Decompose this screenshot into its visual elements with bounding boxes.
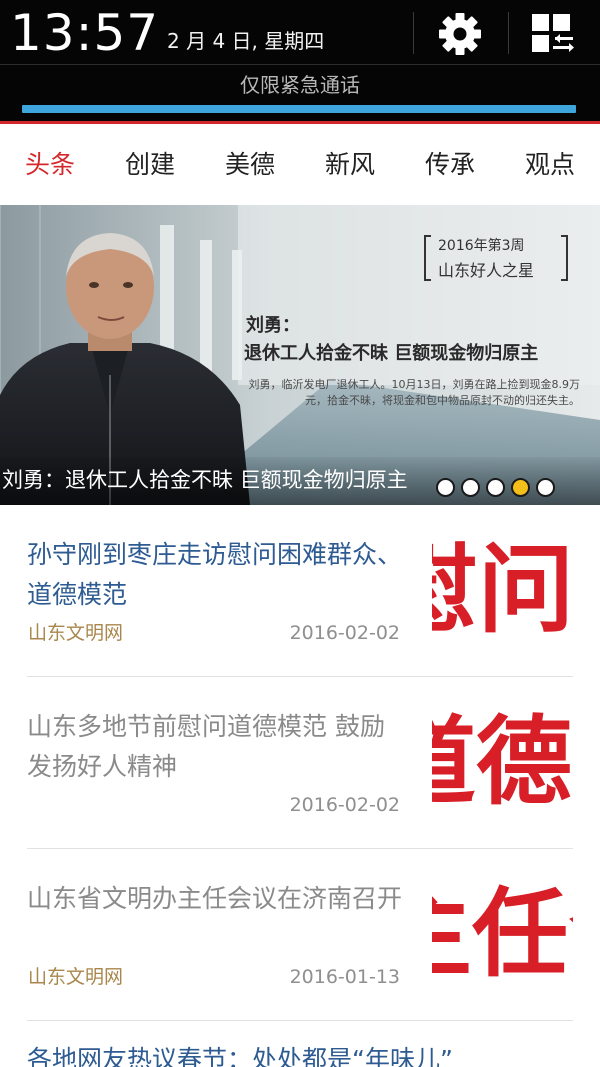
grid-toggle-icon[interactable]: [530, 12, 576, 56]
carousel-dot[interactable]: [461, 478, 480, 497]
carousel-dot[interactable]: [436, 478, 455, 497]
week-label: 2016年第3周: [438, 238, 525, 254]
tab-heritage[interactable]: 传承: [400, 150, 500, 180]
news-title: 山东多地节前慰问道德模范 鼓励发扬好人精神: [27, 712, 385, 781]
category-tabs: 头条 创建 美德 新风 传承 观点: [0, 124, 600, 205]
bracket-right: [561, 235, 568, 281]
carousel-dot[interactable]: [486, 478, 505, 497]
tab-new-customs[interactable]: 新风: [300, 150, 400, 180]
banner-description: 刘勇，临沂发电厂退休工人。10月13日，刘勇在路上捡到现金8.9万元，拾金不昧，…: [248, 378, 581, 407]
thumbnail-text: 慰问困: [432, 535, 573, 645]
news-item[interactable]: 孙守刚到枣庄走访慰问困难群众、道德模范 山东文明网 2016-02-02 慰问困: [0, 505, 600, 676]
news-item[interactable]: 山东省文明办主任会议在济南召开 山东文明网 2016-01-13 主任会: [0, 849, 600, 1020]
award-label: 山东好人之星: [438, 261, 535, 280]
news-date: 2016-02-02: [289, 622, 400, 644]
date-label: 2 月 4 日, 星期四: [167, 29, 325, 53]
news-thumbnail: 主任会: [432, 879, 573, 989]
news-source: 山东文明网: [28, 622, 124, 644]
progress-bar: [22, 105, 576, 113]
carousel-dot-active[interactable]: [511, 478, 530, 497]
gear-icon[interactable]: [436, 10, 484, 58]
clock: 13:57: [10, 4, 160, 62]
thumbnail-text: 主任会: [432, 879, 573, 989]
news-date: 2016-01-13: [289, 966, 400, 988]
week-badge: 2016年第3周 山东好人之星: [424, 229, 568, 283]
tab-virtue[interactable]: 美德: [200, 150, 300, 180]
tab-create[interactable]: 创建: [100, 150, 200, 180]
news-thumbnail: 道德模范: [432, 707, 573, 817]
divider: [508, 12, 509, 54]
banner-headline: 退休工人拾金不昧 巨额现金物归原主: [244, 343, 539, 364]
thumbnail-text: 道德模范: [432, 707, 573, 817]
tab-headlines[interactable]: 头条: [0, 150, 100, 180]
news-source: 山东文明网: [28, 966, 124, 988]
tab-opinion[interactable]: 观点: [500, 150, 600, 180]
news-date: 2016-02-02: [289, 794, 400, 816]
news-title: 山东省文明办主任会议在济南召开: [27, 884, 403, 913]
banner-caption: 刘勇：退休工人拾金不昧 巨额现金物归原主: [2, 468, 408, 492]
banner-person-name: 刘勇：: [246, 315, 300, 336]
divider: [413, 12, 414, 54]
bracket-left: [424, 235, 431, 281]
emergency-calls-label: 仅限紧急通话: [240, 73, 360, 97]
news-title: 孙守刚到枣庄走访慰问困难群众、道德模范: [27, 540, 403, 609]
divider: [27, 1020, 573, 1021]
carousel-dot[interactable]: [536, 478, 555, 497]
news-item[interactable]: 山东多地节前慰问道德模范 鼓励发扬好人精神 2016-02-02 道德模范: [0, 677, 600, 848]
status-bar: 13:57 2 月 4 日, 星期四 仅限紧急通话: [0, 0, 600, 124]
divider: [0, 64, 600, 65]
news-title-partial[interactable]: 各地网友热议春节：处处都是“年味儿”: [27, 1040, 587, 1067]
featured-banner[interactable]: 2016年第3周 山东好人之星 刘勇： 退休工人拾金不昧 巨额现金物归原主 刘勇…: [0, 205, 600, 505]
news-thumbnail: 慰问困: [432, 535, 573, 645]
